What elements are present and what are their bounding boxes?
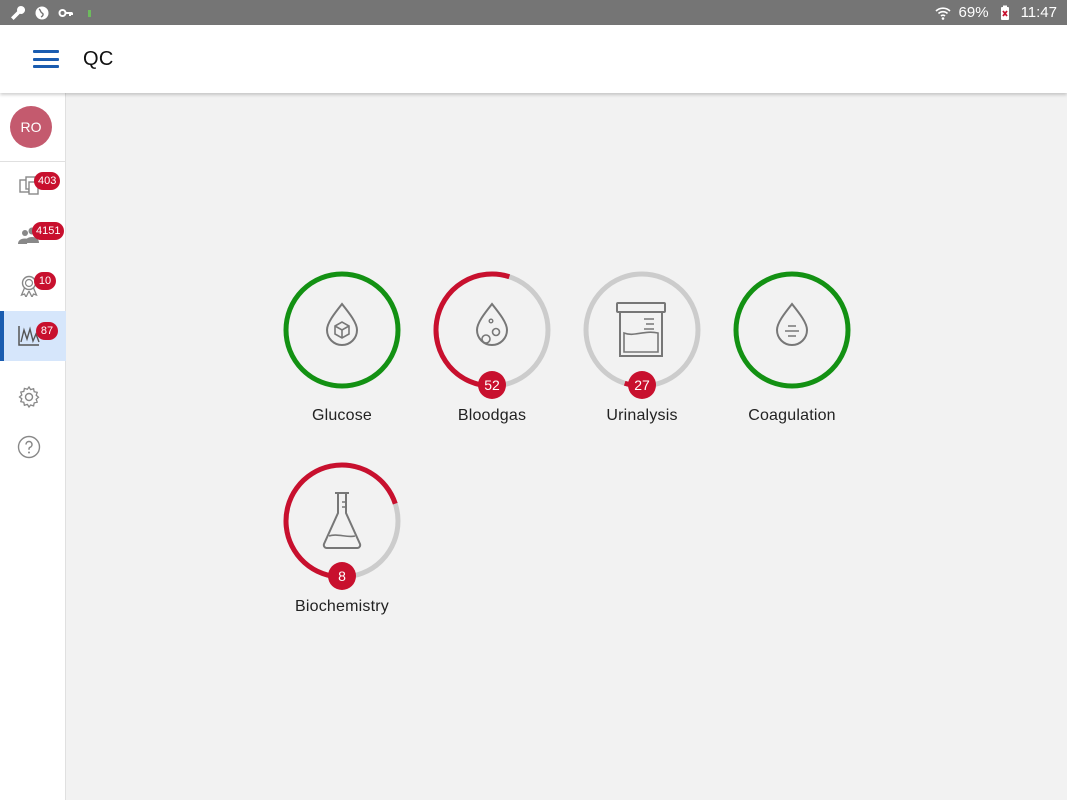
sidebar-item-qc[interactable]: 87: [0, 311, 66, 361]
wifi-icon: [934, 6, 951, 20]
sidebar-item-certificates[interactable]: 10: [0, 261, 66, 311]
tile-label: Biochemistry: [295, 598, 389, 615]
app-bar: QC: [0, 25, 1067, 93]
sidebar: RO 403 4151 10 87: [0, 93, 66, 800]
page-title: QC: [83, 47, 114, 70]
drop-lines-icon: [775, 302, 809, 346]
pending-count-badge: 8: [328, 562, 356, 590]
clock: 11:47: [1020, 4, 1057, 21]
sidebar-item-settings[interactable]: [0, 373, 66, 423]
tile-label: Coagulation: [748, 407, 836, 424]
progress-ring: [283, 271, 401, 389]
drop-cube-icon: [325, 302, 359, 346]
flask-icon: [322, 492, 362, 549]
gear-icon: [18, 385, 40, 409]
tile-label: Bloodgas: [457, 407, 527, 424]
sidebar-badge: 10: [34, 272, 56, 290]
battery-percent: 69%: [958, 4, 989, 21]
pending-count-badge: 27: [628, 371, 656, 399]
menu-icon-bar: [33, 65, 59, 68]
sidebar-item-people[interactable]: 4151: [0, 211, 66, 261]
progress-ring: [733, 271, 851, 389]
menu-icon: [33, 50, 59, 53]
battery-icon: [1000, 5, 1009, 20]
sidebar-badge: 87: [36, 322, 58, 340]
tile-urinalysis[interactable]: 27 Urinalysis: [567, 271, 717, 425]
tile-coagulation[interactable]: Coagulation: [717, 271, 867, 425]
key-icon: [58, 8, 73, 17]
wrench-icon: [11, 5, 26, 20]
pending-count-badge: 52: [478, 371, 506, 399]
drop-bubbles-icon: [475, 302, 509, 346]
sidebar-badge: 4151: [32, 222, 65, 240]
specimen-cup-icon: [616, 302, 666, 357]
menu-button[interactable]: [33, 50, 59, 68]
status-bar: 69% 11:47: [0, 0, 1067, 25]
battery-small-icon: [88, 9, 91, 17]
tile-biochemistry[interactable]: 8 Biochemistry: [267, 462, 417, 616]
tile-label: Urinalysis: [606, 407, 678, 424]
menu-icon-bar: [33, 57, 59, 61]
tile-bloodgas[interactable]: 52 Bloodgas: [417, 271, 567, 425]
sidebar-item-documents[interactable]: 403: [0, 161, 66, 211]
globe-icon: [35, 6, 49, 19]
help-icon: [17, 435, 41, 459]
sidebar-item-help[interactable]: [0, 423, 66, 473]
avatar[interactable]: RO: [10, 106, 52, 148]
sidebar-badge: 403: [34, 172, 61, 190]
tile-label: Glucose: [311, 407, 373, 424]
tile-glucose[interactable]: Glucose: [267, 271, 417, 425]
